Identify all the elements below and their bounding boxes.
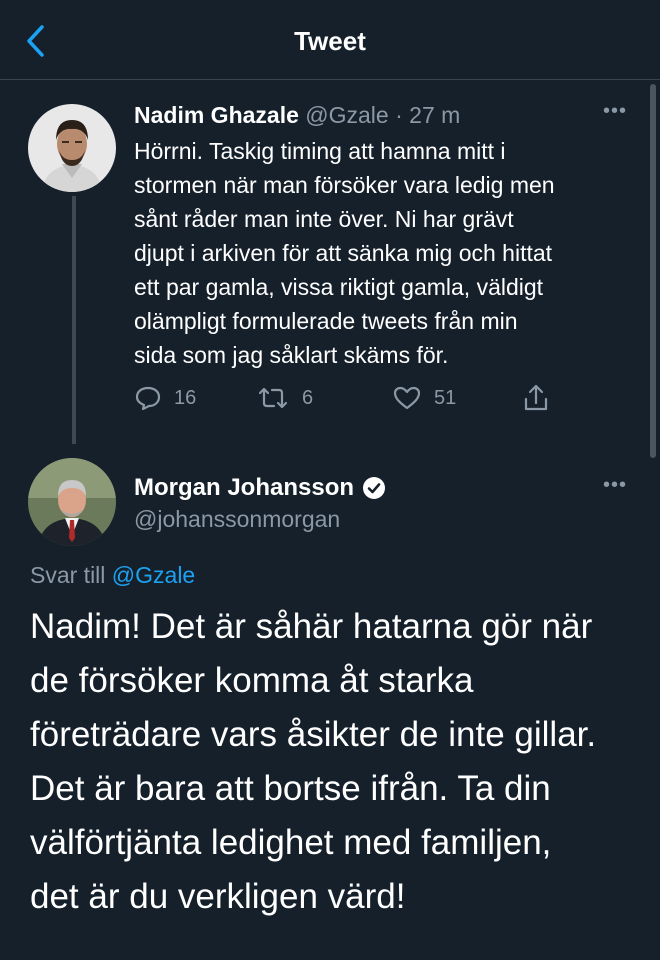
tweet-text-line: olämpligt formulerade tweets från min	[134, 308, 518, 334]
avatar-photo	[28, 458, 116, 546]
avatar-photo	[28, 104, 116, 192]
verified-badge-icon	[363, 477, 386, 499]
more-icon: •••	[602, 474, 627, 496]
tweet-text-line: Nadim! Det är såhär hatarna gör när	[30, 607, 593, 646]
reply-count: 16	[174, 386, 197, 409]
tweet-text-line: ett par gamla, vissa riktigt gamla, väld…	[134, 274, 544, 300]
tweet-text-line: sånt råder man inte över. Ni har grävt	[134, 206, 514, 232]
tweet-author-line: Nadim Ghazale @Gzale · 27 m	[134, 102, 460, 129]
more-icon: •••	[602, 100, 627, 122]
share-icon	[524, 384, 548, 411]
tweet-text-line: Hörrni. Taskig timing att hamna mitt i	[134, 138, 506, 164]
share-button[interactable]	[522, 382, 550, 414]
tweet-text-line: stormen när man försöker vara ledig men	[134, 172, 555, 198]
more-button[interactable]: •••	[600, 475, 630, 500]
thread-connector	[72, 196, 76, 444]
tweet-text-line: de försöker komma åt starka	[30, 661, 474, 700]
avatar[interactable]	[28, 104, 116, 192]
reply-context: Svar till @Gzale	[30, 562, 195, 589]
author-handle[interactable]: @johanssonmorgan	[134, 506, 340, 533]
reply-prefix: Svar till	[30, 562, 106, 588]
top-bar: Tweet	[0, 0, 660, 80]
reply-icon	[135, 386, 161, 411]
main-tweet-text: Nadim! Det är såhär hatarna gör när de f…	[30, 600, 650, 924]
more-button[interactable]: •••	[600, 101, 630, 126]
tweet-text: Hörrni. Taskig timing att hamna mitt i s…	[134, 134, 634, 372]
avatar[interactable]	[28, 458, 116, 546]
tweet-text-line: det är du verkligen värd!	[30, 877, 406, 916]
page-title: Tweet	[294, 26, 366, 56]
tweet-text-line: företrädare vars åsikter de inte gillar.	[30, 715, 597, 754]
tweet-actions: 16 6 51	[134, 382, 564, 414]
tweet-time[interactable]: 27 m	[409, 102, 460, 128]
author-name[interactable]: Morgan Johansson	[134, 474, 354, 502]
tweet-text-line: välförtjänta ledighet med familjen,	[30, 823, 552, 862]
scrollbar[interactable]	[650, 84, 656, 458]
reply-button[interactable]: 16	[134, 382, 196, 414]
like-button[interactable]: 51	[392, 382, 456, 414]
author-name[interactable]: Nadim Ghazale	[134, 102, 299, 128]
reply-mention-link[interactable]: @Gzale	[112, 562, 195, 588]
retweet-button[interactable]: 6	[256, 382, 313, 414]
separator-dot: ·	[395, 102, 403, 128]
retweet-icon	[258, 387, 288, 409]
tweet-text-line: djupt i arkiven för att sänka mig och hi…	[134, 240, 553, 266]
author-name-line: Morgan Johansson	[134, 474, 386, 502]
author-handle[interactable]: @Gzale	[305, 102, 388, 128]
tweet-text-line: sida som jag såklart skäms för.	[134, 342, 449, 368]
like-icon	[393, 386, 421, 410]
tweet-text-line: Det är bara att bortse ifrån. Ta din	[30, 769, 551, 808]
retweet-count: 6	[302, 386, 314, 409]
like-count: 51	[434, 386, 457, 409]
